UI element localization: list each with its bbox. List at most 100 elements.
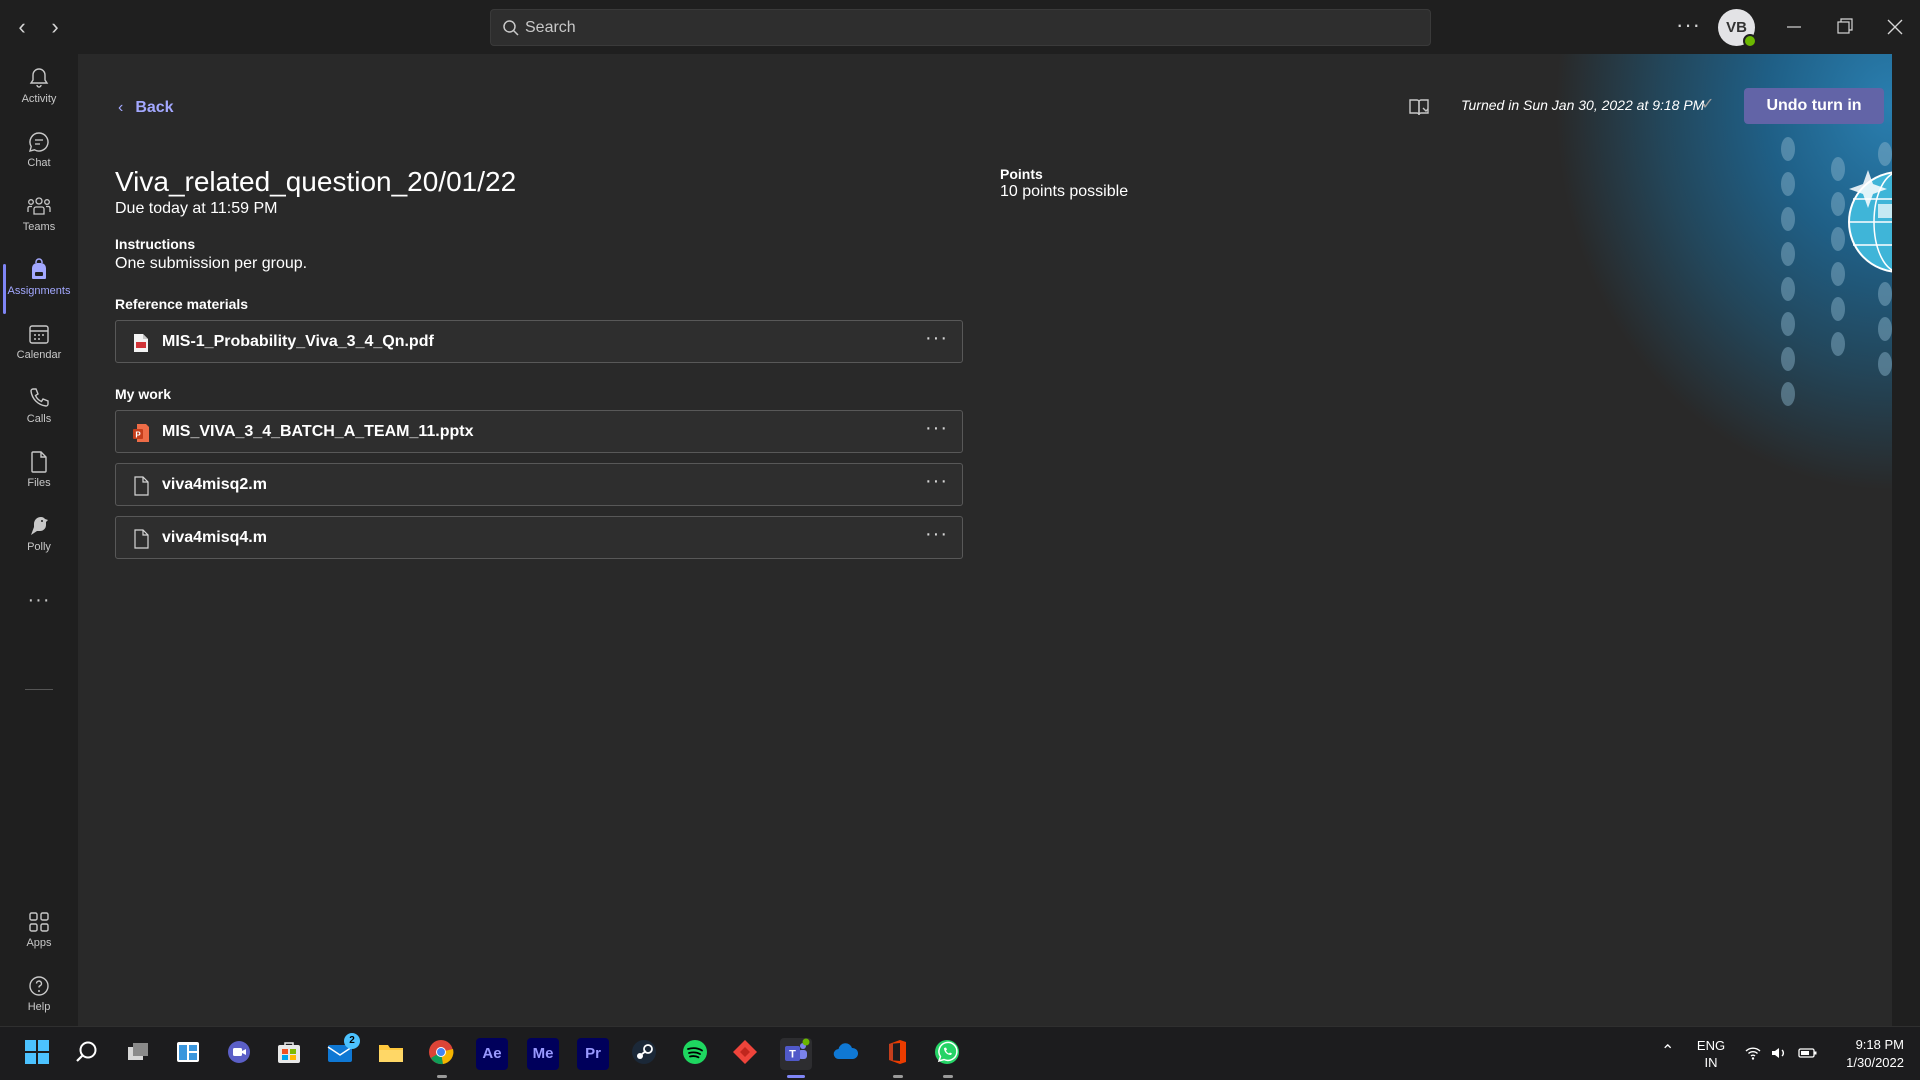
rail-item-files[interactable]: Files <box>0 450 78 510</box>
battery-icon[interactable] <box>1798 1044 1818 1065</box>
widgets-icon[interactable] <box>172 1038 204 1070</box>
hero-illustration <box>1438 54 1892 574</box>
spotify-icon[interactable] <box>679 1038 711 1070</box>
immersive-reader-icon[interactable] <box>1408 96 1430 118</box>
title-bar: ‹ › ··· VB <box>0 0 1920 54</box>
me-icon-label: Me <box>532 1045 554 1062</box>
rail-item-calendar[interactable]: Calendar <box>0 322 78 382</box>
rail-item-chat[interactable]: Chat <box>0 130 78 190</box>
show-hidden-icons-chevron-icon[interactable]: ⌃ <box>1661 1041 1674 1061</box>
more-options-icon[interactable]: ··· <box>925 327 948 350</box>
task-view-icon[interactable] <box>122 1038 154 1070</box>
restore-icon[interactable] <box>1830 12 1860 42</box>
chevron-left-icon: ‹ <box>118 99 124 116</box>
bell-icon <box>29 68 49 88</box>
forward-arrow-icon[interactable]: › <box>43 14 67 40</box>
avatar-initials: VB <box>1726 19 1747 36</box>
microsoft-store-icon[interactable] <box>273 1038 305 1070</box>
my-work-file-card[interactable]: viva4misq2.m ··· <box>115 463 963 506</box>
clock-time: 9:18 PM <box>1855 1037 1904 1052</box>
points-value: 10 points possible <box>1000 183 1129 200</box>
file-explorer-icon[interactable] <box>375 1038 407 1070</box>
taskbar-search-icon[interactable] <box>71 1038 103 1070</box>
svg-text:T: T <box>789 1049 796 1061</box>
mail-unread-badge: 2 <box>344 1033 360 1049</box>
file-name: MIS_VIVA_3_4_BATCH_A_TEAM_11.pptx <box>162 423 474 440</box>
whatsapp-icon[interactable] <box>931 1038 963 1070</box>
reference-file-card[interactable]: MIS-1_Probability_Viva_3_4_Qn.pdf ··· <box>115 320 963 363</box>
steam-icon[interactable] <box>628 1038 660 1070</box>
rail-item-activity[interactable]: Activity <box>0 66 78 126</box>
file-name: MIS-1_Probability_Viva_3_4_Qn.pdf <box>162 333 434 350</box>
system-clock[interactable]: 9:18 PM 1/30/2022 <box>1834 1036 1904 1072</box>
rail-item-help[interactable]: Help <box>0 974 78 1034</box>
search-box[interactable] <box>490 9 1431 46</box>
my-work-file-card[interactable]: viva4misq4.m ··· <box>115 516 963 559</box>
language-code: ENG <box>1696 1038 1726 1053</box>
anydesk-icon[interactable] <box>729 1038 761 1070</box>
due-date: Due today at 11:59 PM <box>115 200 278 217</box>
more-options-icon[interactable]: ··· <box>925 417 948 440</box>
after-effects-icon[interactable]: Ae <box>476 1038 508 1070</box>
more-options-icon[interactable]: ··· <box>1676 12 1701 38</box>
rail-item-calls[interactable]: Calls <box>0 386 78 446</box>
back-link[interactable]: ‹ Back <box>118 99 174 117</box>
assignment-detail-pane: ‹ Back Viva_related_question_20/01/22 Due… <box>78 54 1892 1026</box>
assignments-backpack-icon <box>32 258 46 279</box>
my-work-file-card[interactable]: P MIS_VIVA_3_4_BATCH_A_TEAM_11.pptx ··· <box>115 410 963 453</box>
file-name: viva4misq4.m <box>162 529 267 546</box>
file-icon <box>31 451 47 473</box>
rail-item-label: Assignments <box>7 285 71 297</box>
network-wifi-icon[interactable] <box>1744 1044 1762 1065</box>
premiere-pro-icon[interactable]: Pr <box>577 1038 609 1070</box>
more-options-icon[interactable]: ··· <box>925 470 948 493</box>
office-icon[interactable] <box>881 1038 913 1070</box>
rail-item-label: Activity <box>21 93 57 105</box>
rail-item-label: Calendar <box>16 349 62 361</box>
more-options-icon[interactable]: ··· <box>925 523 948 546</box>
calendar-icon <box>29 325 49 344</box>
rail-divider <box>25 689 53 690</box>
phone-icon <box>30 388 49 407</box>
reference-materials-heading: Reference materials <box>115 296 249 312</box>
onedrive-icon[interactable] <box>830 1038 862 1070</box>
rail-item-polly[interactable]: Polly <box>0 514 78 574</box>
rail-item-label: Apps <box>26 937 52 949</box>
back-label: Back <box>135 99 174 116</box>
back-arrow-icon[interactable]: ‹ <box>10 14 34 40</box>
close-icon[interactable] <box>1880 12 1910 42</box>
pdf-file-icon <box>134 334 148 352</box>
teams-app-icon[interactable]: T <box>780 1038 812 1070</box>
rail-item-label: Teams <box>22 221 56 233</box>
rail-item-teams[interactable]: Teams <box>0 194 78 254</box>
presence-available-icon <box>1743 34 1757 48</box>
checkmark-icon: ✓ <box>1701 96 1715 113</box>
volume-icon[interactable] <box>1770 1044 1788 1065</box>
chrome-icon[interactable] <box>425 1038 457 1070</box>
file-name: viva4misq2.m <box>162 476 267 493</box>
pr-icon-label: Pr <box>585 1045 601 1062</box>
windows-start-icon[interactable] <box>21 1038 53 1070</box>
more-apps-icon[interactable]: ··· <box>0 589 78 619</box>
ae-icon-label: Ae <box>482 1045 502 1062</box>
clock-date: 1/30/2022 <box>1846 1055 1904 1070</box>
search-icon <box>503 20 519 36</box>
rail-item-apps[interactable]: Apps <box>0 910 78 970</box>
windows-taskbar: 2 Ae Me Pr T ⌃ ENG IN 9:18 PM 1/30/2022 <box>0 1026 1920 1080</box>
language-region: IN <box>1704 1055 1718 1070</box>
running-indicator <box>893 1075 903 1078</box>
media-encoder-icon[interactable]: Me <box>527 1038 559 1070</box>
undo-turn-in-button[interactable]: Undo turn in <box>1744 88 1884 124</box>
minimize-icon[interactable] <box>1779 12 1809 42</box>
search-input[interactable] <box>525 10 1415 45</box>
generic-file-icon <box>134 476 149 496</box>
avatar[interactable]: VB <box>1718 9 1757 48</box>
rail-item-assignments[interactable]: Assignments <box>0 258 78 318</box>
instructions-text: One submission per group. <box>115 255 308 272</box>
turned-in-status: Turned in Sun Jan 30, 2022 at 9:18 PM <box>1461 97 1705 113</box>
app-rail: Activity Chat Teams Assignments Calendar… <box>0 54 78 1026</box>
svg-text:P: P <box>135 431 141 440</box>
chat-icon <box>29 132 49 152</box>
teams-chat-icon[interactable] <box>223 1038 255 1070</box>
language-indicator[interactable]: ENG IN <box>1696 1037 1726 1071</box>
